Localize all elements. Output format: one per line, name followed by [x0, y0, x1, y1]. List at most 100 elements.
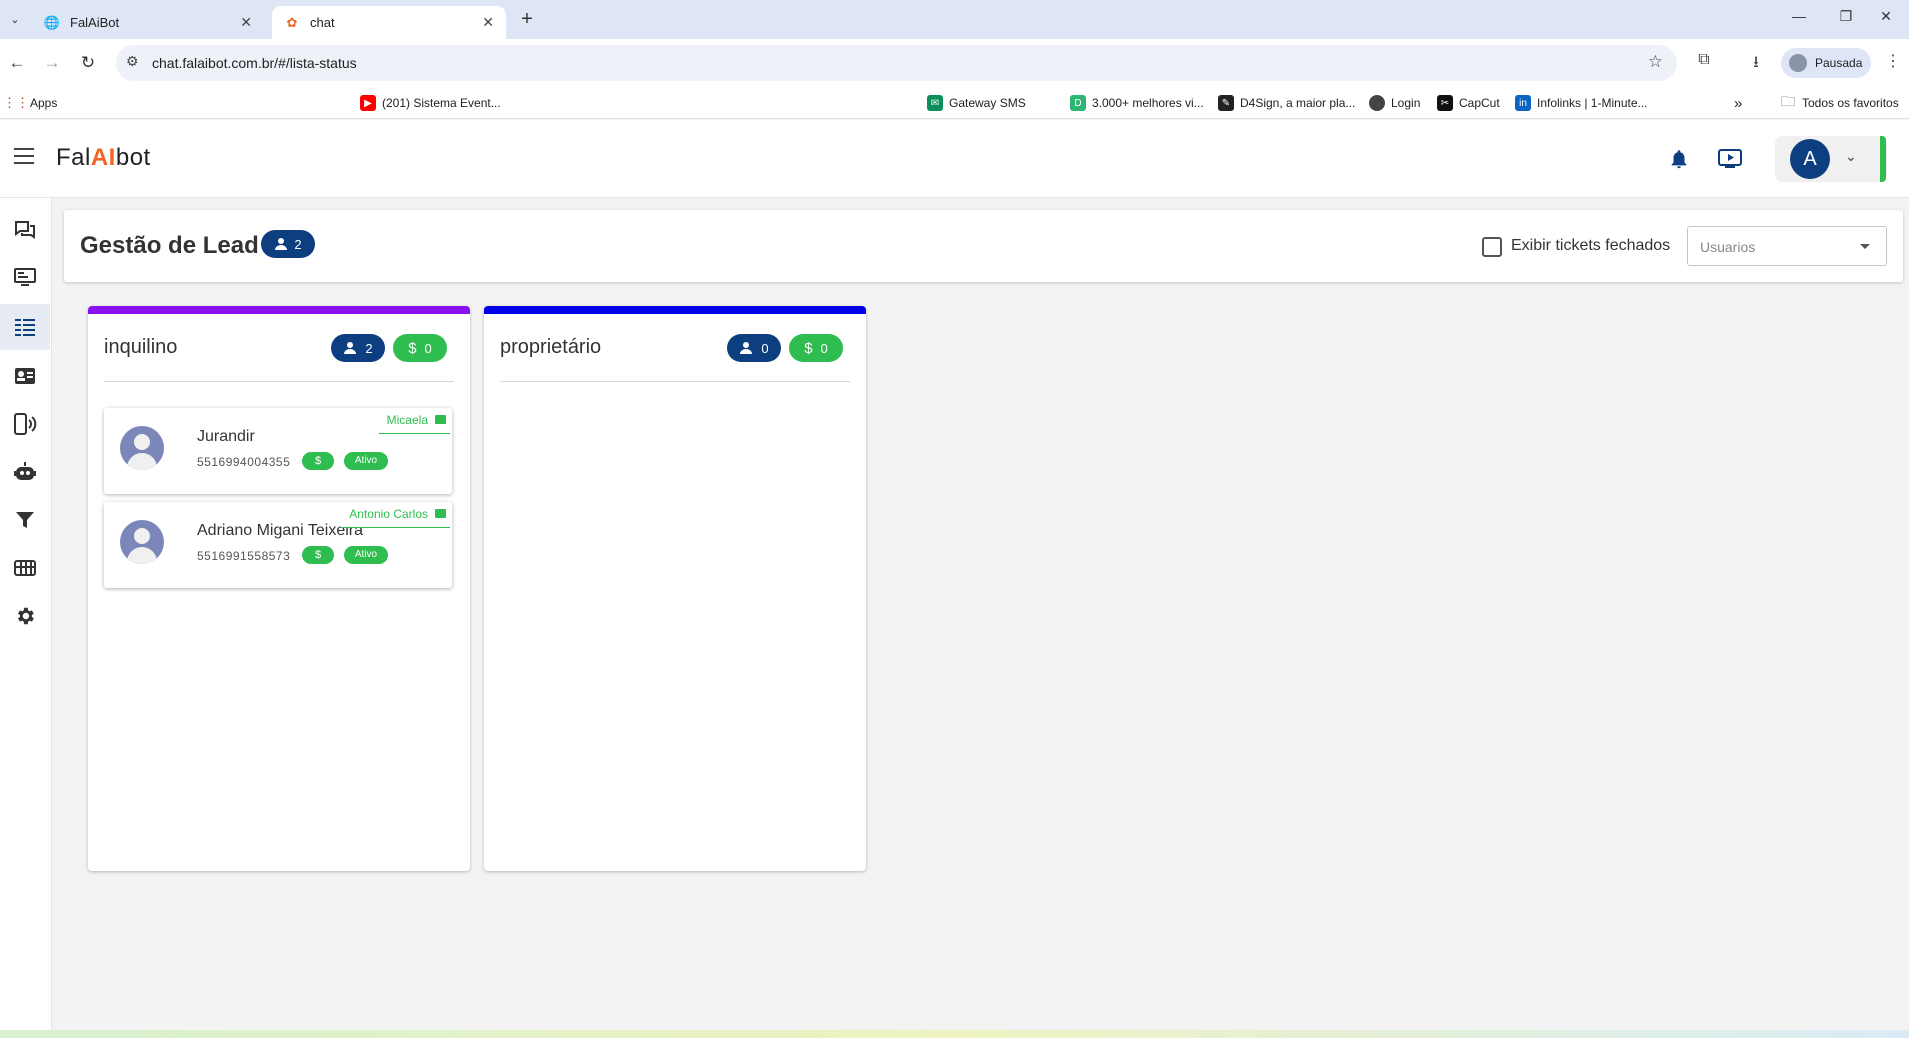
pen-icon: ✎ [1218, 95, 1234, 111]
dropdown-arrow-icon [1860, 244, 1870, 249]
column-count: 0 [761, 340, 769, 356]
tab-chat[interactable]: ✿ chat ✕ [272, 6, 506, 39]
notification-bell-icon[interactable] [1668, 148, 1690, 170]
bookmarks-bar: ⋮⋮ Apps ▶ (201) Sistema Event... ✉ Gatew… [0, 86, 1909, 195]
filter-icon [16, 512, 34, 528]
chat-bubbles-icon [15, 221, 35, 239]
sidebar-item-funnel[interactable] [0, 500, 50, 540]
reload-button[interactable]: ↻ [74, 49, 102, 77]
close-icon[interactable]: ✕ [482, 14, 494, 31]
extensions-icon[interactable]: ⧉ [1692, 51, 1716, 75]
profile-label: Pausada [1815, 56, 1863, 70]
show-closed-checkbox[interactable] [1482, 237, 1502, 257]
person-icon [275, 238, 288, 250]
bookmark-infolinks[interactable]: in Infolinks | 1-Minute... [1515, 94, 1648, 112]
lead-name: Adriano Migani Teixeira [197, 522, 364, 539]
column-count: 2 [365, 340, 373, 356]
lead-name: Jurandir [197, 428, 255, 445]
user-menu-button[interactable]: A ⌄ [1775, 136, 1887, 182]
capcut-icon: ✂ [1437, 95, 1453, 111]
lead-phone: 5516991558573 [197, 549, 291, 563]
lead-card[interactable]: Adriano Migani Teixeira 5516991558573 $ … [104, 502, 452, 588]
chat-favicon-icon: ✿ [286, 14, 298, 30]
tab-falaibot[interactable]: 🌐 FalAiBot ✕ [32, 6, 264, 39]
status-badge: Ativo [344, 452, 388, 470]
phone-broadcast-icon [14, 413, 37, 435]
browser-menu-icon[interactable]: ⋮ [1885, 51, 1901, 71]
sidebar-item-connections[interactable] [0, 404, 50, 444]
kanban-column: inquilino 2 $ 0 Jurandir 5516994004355 $… [88, 306, 470, 871]
minimize-button[interactable]: — [1779, 8, 1819, 32]
download-icon[interactable]: ⭳ [1744, 51, 1768, 75]
browser-toolbar: ← → ↻ ⚙ chat.falaibot.com.br/#/lista-sta… [0, 39, 1909, 86]
apps-grid-icon: ⋮⋮ [3, 95, 29, 110]
back-button[interactable]: ← [3, 49, 31, 77]
sidebar-item-dashboard[interactable] [0, 258, 50, 298]
chat-icon [435, 415, 446, 424]
close-icon[interactable]: ✕ [240, 14, 252, 31]
video-screen-icon[interactable] [1718, 149, 1742, 169]
window-close-button[interactable]: ✕ [1866, 8, 1906, 32]
sidebar-item-contacts[interactable] [0, 356, 50, 396]
browser-tab-bar: ⌄ 🌐 FalAiBot ✕ ✿ chat ✕ + — ❐ ✕ [0, 0, 1909, 39]
person-icon [740, 342, 753, 354]
sidebar-item-chats[interactable] [0, 210, 50, 250]
bookmarks-overflow-button[interactable]: » [1734, 94, 1742, 112]
sidebar-item-kanban[interactable] [0, 548, 50, 588]
tab-title: chat [310, 15, 335, 30]
bookmark-star-icon[interactable]: ☆ [1648, 52, 1663, 72]
column-divider [104, 381, 454, 382]
linkedin-icon: in [1515, 95, 1531, 111]
page-title: Gestão de Lead [80, 232, 259, 259]
gear-icon [18, 607, 34, 625]
value-badge: $ [302, 546, 334, 564]
avatar [120, 426, 164, 470]
agent-name: Micaela [386, 413, 428, 427]
bookmark-all-favorites[interactable]: 🗀 Todos os favoritos [1780, 93, 1899, 112]
bookmark-label: (201) Sistema Event... [382, 96, 501, 110]
avatar [120, 520, 164, 564]
tab-search-button[interactable]: ⌄ [4, 8, 26, 30]
sidebar-item-chatbot[interactable] [0, 452, 50, 492]
menu-icon[interactable] [14, 148, 34, 164]
site-info-icon[interactable]: ⚙ [126, 53, 139, 70]
column-divider [500, 381, 850, 382]
lead-count: 2 [294, 236, 302, 252]
column-title: inquilino [104, 336, 178, 358]
bookmark-sistema-event[interactable]: ▶ (201) Sistema Event... [360, 94, 501, 112]
folder-icon: 🗀 [1781, 93, 1795, 109]
chevron-down-icon: ⌄ [1845, 148, 1857, 164]
column-count-badge: 2 [331, 334, 385, 362]
bookmark-label: Apps [30, 96, 58, 110]
status-badge: Ativo [344, 546, 388, 564]
bookmark-apps[interactable]: ⋮⋮ Apps [3, 94, 58, 112]
lead-card[interactable]: Jurandir 5516994004355 $ Ativo Micaela [104, 408, 452, 494]
page-header-card: Gestão de Lead 2 Exibir tickets fechados… [64, 210, 1903, 282]
bookmark-label: Todos os favoritos [1802, 96, 1899, 110]
restore-button[interactable]: ❐ [1826, 8, 1866, 32]
site-icon: D [1070, 95, 1086, 111]
profile-button[interactable]: Pausada [1781, 48, 1871, 78]
bookmark-label: D4Sign, a maior pla... [1240, 96, 1356, 110]
mail-icon: ✉ [927, 95, 943, 111]
sidebar [0, 198, 52, 1030]
online-status-indicator [1880, 136, 1886, 182]
new-tab-button[interactable]: + [515, 8, 539, 32]
users-select[interactable]: Usuarios [1687, 226, 1887, 266]
column-color-bar [484, 306, 866, 314]
bookmark-label: CapCut [1459, 96, 1500, 110]
globe-icon [1369, 95, 1385, 111]
bookmark-3000-melhores[interactable]: D 3.000+ melhores vi... [1070, 94, 1204, 112]
bookmark-gateway-sms[interactable]: ✉ Gateway SMS [927, 94, 1026, 112]
robot-icon [14, 462, 36, 480]
sidebar-item-settings[interactable] [0, 596, 50, 636]
bookmark-capcut[interactable]: ✂ CapCut [1437, 94, 1500, 112]
forward-button[interactable]: → [38, 49, 66, 77]
address-bar[interactable]: ⚙ chat.falaibot.com.br/#/lista-status ☆ [116, 45, 1677, 81]
value-badge: $ [302, 452, 334, 470]
url-text[interactable]: chat.falaibot.com.br/#/lista-status [152, 55, 357, 71]
show-closed-label[interactable]: Exibir tickets fechados [1511, 237, 1670, 255]
bookmark-d4sign[interactable]: ✎ D4Sign, a maior pla... [1218, 94, 1355, 112]
bookmark-login[interactable]: Login [1369, 94, 1420, 112]
sidebar-item-lead-management[interactable] [0, 304, 50, 350]
